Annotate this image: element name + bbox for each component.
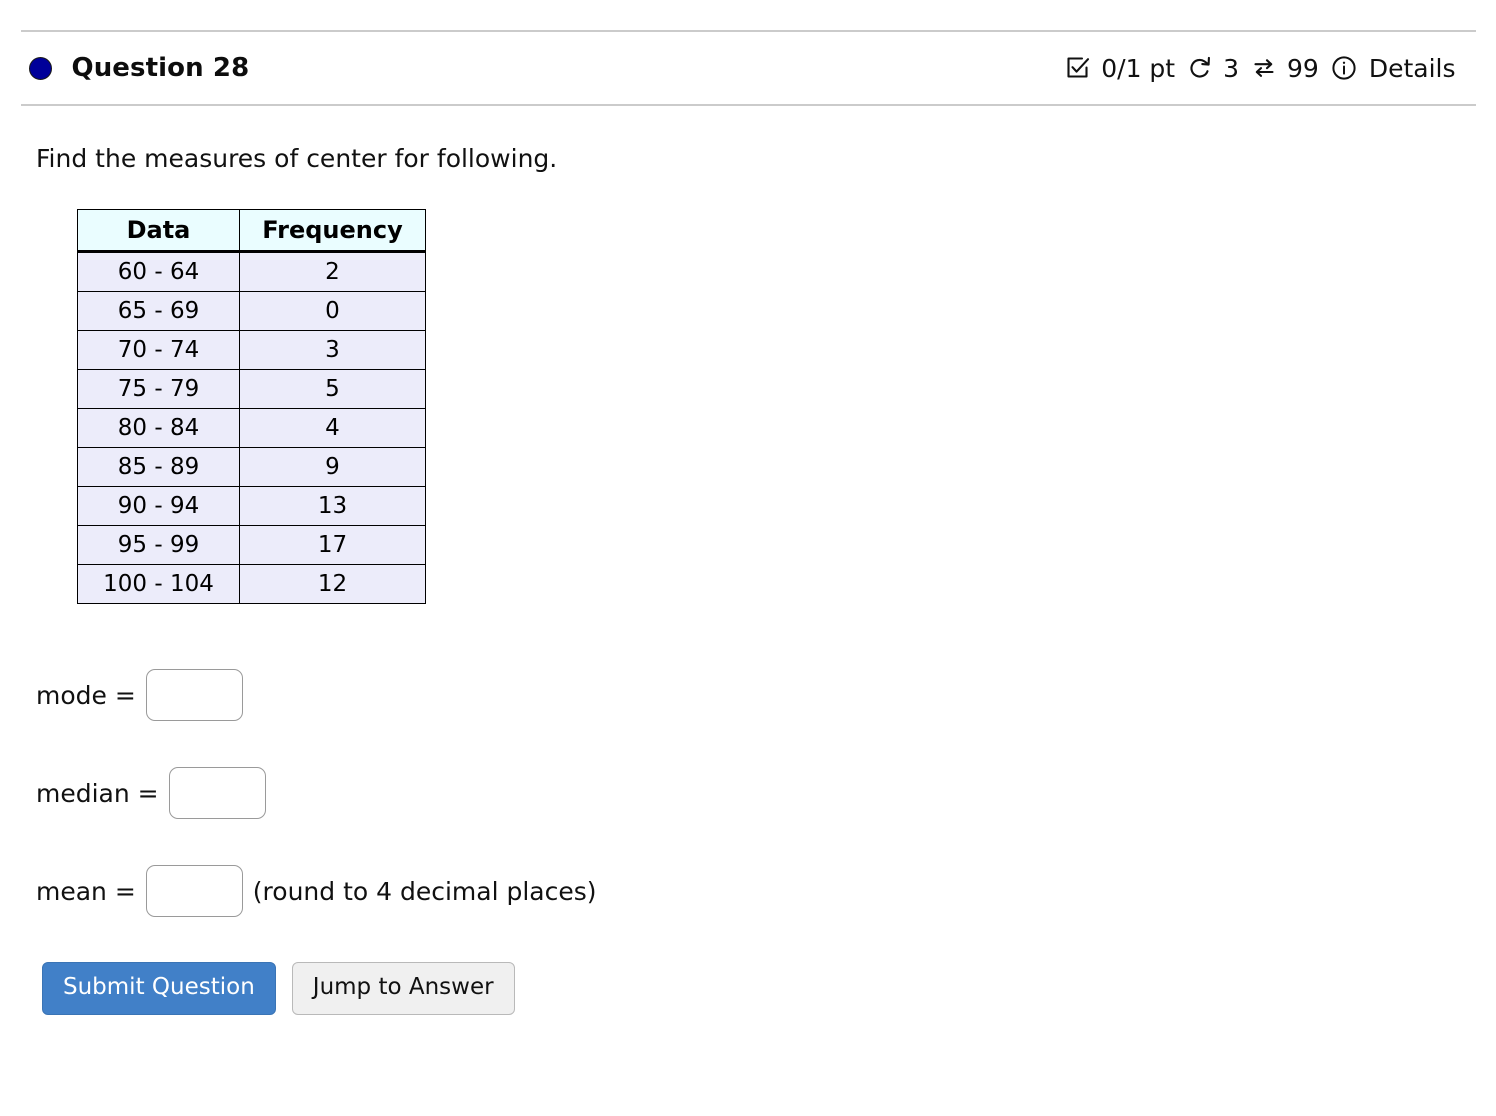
action-buttons: Submit Question Jump to Answer xyxy=(36,962,1496,1015)
cell-frequency: 13 xyxy=(239,486,426,526)
table-row: 65 - 69 0 xyxy=(77,291,426,331)
cell-data: 85 - 89 xyxy=(77,447,240,487)
checkbox-checked-icon xyxy=(1064,54,1092,82)
frequency-table-head: Data Frequency xyxy=(77,209,426,253)
cell-frequency: 2 xyxy=(239,251,426,292)
frequency-table-body: 60 - 64 2 65 - 69 0 70 - 74 3 75 - 79 5 … xyxy=(77,251,426,604)
mode-input[interactable] xyxy=(145,669,243,721)
cell-frequency: 4 xyxy=(239,408,426,448)
table-row: 85 - 89 9 xyxy=(77,447,426,487)
cell-data: 65 - 69 xyxy=(77,291,240,331)
frequency-table: Data Frequency 60 - 64 2 65 - 69 0 70 - … xyxy=(77,209,426,604)
filled-circle-icon xyxy=(28,56,52,80)
points-value: 0/1 pt xyxy=(1101,53,1176,83)
swap-arrows-icon xyxy=(1250,54,1278,82)
cell-data: 95 - 99 xyxy=(77,525,240,565)
mode-row: mode = xyxy=(36,668,1496,722)
exchanges-value: 99 xyxy=(1287,53,1319,83)
details-label: Details xyxy=(1368,53,1456,83)
exchanges-metric: 99 xyxy=(1250,54,1319,83)
question-header-left: Question 28 xyxy=(21,53,250,83)
cell-data: 100 - 104 xyxy=(77,564,240,604)
table-row: 70 - 74 3 xyxy=(77,330,426,370)
median-input[interactable] xyxy=(168,767,266,819)
column-header-data: Data xyxy=(77,209,240,253)
question-header: Question 28 0/1 pt 3 99 Details xyxy=(21,32,1476,104)
points-metric: 0/1 pt xyxy=(1064,54,1175,83)
table-row: 60 - 64 2 xyxy=(77,251,426,292)
cell-frequency: 0 xyxy=(239,291,426,331)
header-bottom-divider xyxy=(20,104,1476,106)
attempts-metric: 3 xyxy=(1186,54,1239,83)
mean-rounding-note: (round to 4 decimal places) xyxy=(252,876,597,906)
cell-data: 60 - 64 xyxy=(77,251,240,292)
cell-data: 90 - 94 xyxy=(77,486,240,526)
mode-label: mode = xyxy=(36,680,136,710)
column-header-frequency: Frequency xyxy=(239,209,426,253)
table-row: 90 - 94 13 xyxy=(77,486,426,526)
median-row: median = xyxy=(36,766,1496,820)
cell-data: 75 - 79 xyxy=(77,369,240,409)
submit-question-button[interactable]: Submit Question xyxy=(42,962,276,1015)
answer-fields: mode = median = mean = (round to 4 decim… xyxy=(36,668,1496,918)
median-label: median = xyxy=(36,778,159,808)
attempts-value: 3 xyxy=(1223,53,1240,83)
table-row: 80 - 84 4 xyxy=(77,408,426,448)
details-link[interactable]: Details xyxy=(1330,54,1456,83)
cell-frequency: 12 xyxy=(239,564,426,604)
page-title: Question 28 xyxy=(71,53,250,83)
mean-row: mean = (round to 4 decimal places) xyxy=(36,864,1496,918)
undo-arrow-icon xyxy=(1186,54,1214,82)
info-circle-icon xyxy=(1330,54,1358,82)
question-prompt: Find the measures of center for followin… xyxy=(36,144,558,173)
table-row: 75 - 79 5 xyxy=(77,369,426,409)
cell-data: 80 - 84 xyxy=(77,408,240,448)
table-row: 95 - 99 17 xyxy=(77,525,426,565)
jump-to-answer-button[interactable]: Jump to Answer xyxy=(291,962,515,1015)
cell-frequency: 3 xyxy=(239,330,426,370)
mean-input[interactable] xyxy=(145,865,243,917)
table-row: 100 - 104 12 xyxy=(77,564,426,604)
question-header-metrics: 0/1 pt 3 99 Details xyxy=(1064,54,1475,83)
mean-label: mean = xyxy=(36,876,136,906)
question-body: Find the measures of center for followin… xyxy=(0,144,1496,1015)
table-header-row: Data Frequency xyxy=(77,209,426,253)
cell-frequency: 17 xyxy=(239,525,426,565)
cell-data: 70 - 74 xyxy=(77,330,240,370)
cell-frequency: 9 xyxy=(239,447,426,487)
cell-frequency: 5 xyxy=(239,369,426,409)
